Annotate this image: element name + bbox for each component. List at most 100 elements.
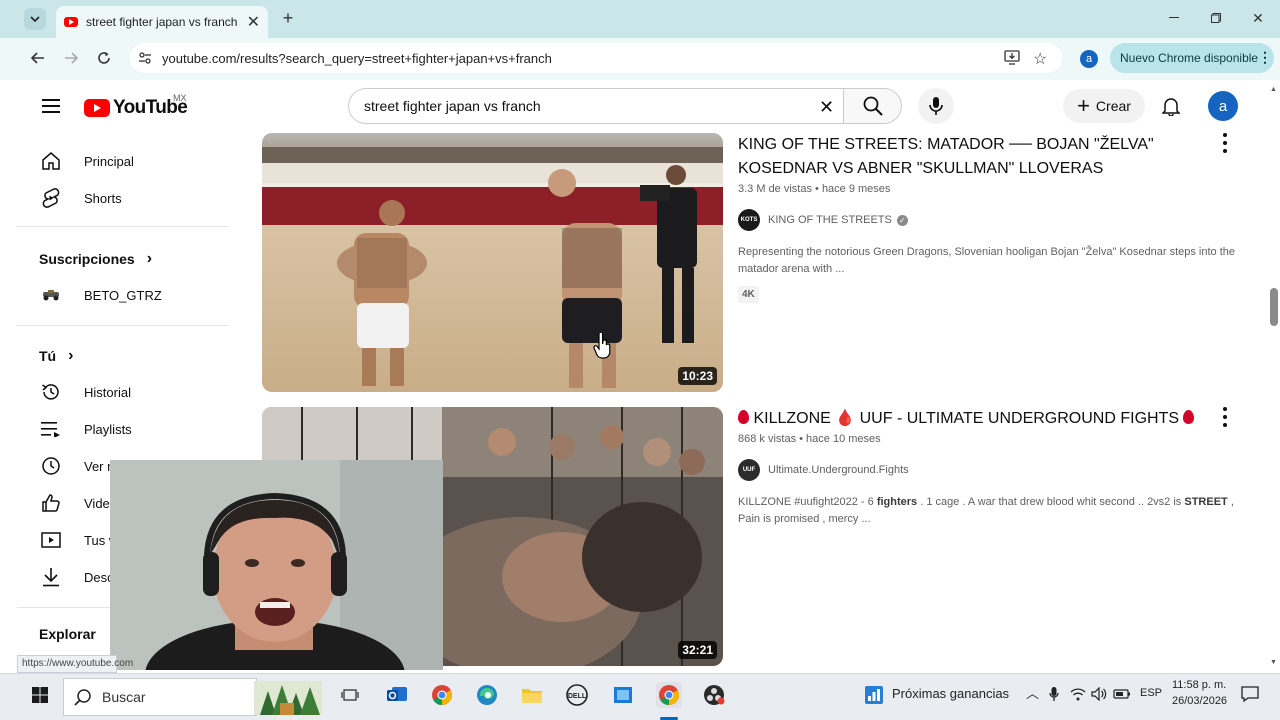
sidebar-subscriptions-heading[interactable]: Suscripciones › [39,250,152,268]
more-actions-icon[interactable] [1220,133,1230,153]
show-hidden-icons-icon[interactable]: ︿ [1026,683,1039,702]
input-language[interactable]: ESP [1140,687,1162,699]
chevron-right-icon: › [68,347,74,364]
scroll-down-icon[interactable]: ▼ [1270,659,1277,666]
sidebar-item-label: BETO_GTRZ [84,287,162,303]
channel-name: Ultimate.Underground.Fights [768,464,909,476]
reload-icon[interactable] [94,48,114,68]
edge-icon[interactable] [474,682,500,708]
minimize-icon[interactable] [1166,8,1182,28]
sidebar-item-home[interactable]: Principal [17,143,232,179]
chrome-update-button[interactable]: Nuevo Chrome disponible ⋮ [1110,43,1274,73]
description-text: KILLZONE #uufight2022 - 6 [738,496,877,508]
taskbar-search-input[interactable]: Buscar [63,678,322,716]
video-title[interactable]: KILLZONE 🩸 UUF - ULTIMATE UNDERGROUND FI… [738,407,1208,431]
youtube-play-icon [84,99,110,117]
sidebar-item-label: Playlists [84,421,132,437]
chrome-update-label: Nuevo Chrome disponible [1120,51,1259,65]
home-icon [39,149,63,173]
verified-check-icon: ✓ [896,214,908,226]
clear-search-icon[interactable]: ✕ [819,97,834,118]
video-description: Representing the notorious Green Dragons… [738,246,1236,275]
sidebar-you-heading[interactable]: Tú › [39,347,73,365]
download-icon [39,565,63,589]
chevron-right-icon: › [146,250,153,267]
chrome-profile-avatar[interactable]: a [1080,50,1098,68]
file-explorer-icon[interactable] [519,682,545,708]
sidebar-divider [17,325,229,326]
widget-text[interactable]: Próximas ganancias [892,686,1009,701]
browser-tab[interactable]: street fighter japan vs franch - YouTube… [56,6,268,38]
dell-icon[interactable]: DELL [564,682,590,708]
video-thumbnail[interactable]: 10:23 [262,133,723,392]
channel-avatar-icon [39,283,63,307]
site-settings-icon[interactable] [138,51,152,68]
sidebar-item-label: Shorts [84,190,122,206]
volume-icon[interactable] [1089,684,1109,704]
forward-icon[interactable] [61,48,81,68]
chrome-active-icon[interactable] [656,682,682,708]
close-tab-icon[interactable]: ✕ [247,12,260,32]
scroll-up-icon[interactable]: ▲ [1270,86,1277,93]
install-app-icon[interactable] [1004,50,1020,68]
history-icon [39,380,63,404]
voice-search-button[interactable] [918,88,954,124]
page-scrollbar[interactable]: ▲ ▼ [1267,80,1280,673]
video-duration: 32:21 [678,641,717,659]
wifi-icon[interactable] [1068,684,1088,704]
chrome-icon[interactable] [429,682,455,708]
search-input[interactable]: street fighter japan vs franch ✕ [348,88,844,124]
sidebar-divider [17,226,229,227]
sidebar-item-playlists[interactable]: Playlists [17,411,232,447]
notification-center-icon[interactable] [1239,684,1261,704]
hamburger-menu-icon[interactable] [39,94,63,118]
back-icon[interactable] [28,48,48,68]
video-title[interactable]: KING OF THE STREETS: MATADOR ── BOJAN "Ž… [738,133,1198,181]
store-app-icon[interactable] [610,682,636,708]
scrollbar-thumb[interactable] [1270,288,1278,326]
quality-badge: 4K [738,286,759,303]
video-description: KILLZONE #uufight2022 - 6 fighters . 1 c… [738,494,1238,528]
task-view-icon[interactable] [337,682,363,708]
sidebar-item-history[interactable]: Historial [17,374,232,410]
stocks-widget-icon[interactable] [861,682,887,708]
close-window-icon[interactable]: ✕ [1250,8,1266,28]
chrome-menu-icon[interactable]: ⋮ [1258,49,1272,66]
sidebar-explore-heading: Explorar [39,626,96,642]
sidebar-item-shorts[interactable]: Shorts [17,180,232,216]
obs-recorder-icon[interactable] [701,682,727,708]
youtube-logo[interactable]: YouTube [84,97,188,119]
blood-drop-icon [1183,410,1195,424]
outlook-icon[interactable] [384,682,410,708]
search-button[interactable] [844,88,902,124]
windows-start-icon[interactable] [27,682,53,708]
sidebar-item-subscription-channel[interactable]: BETO_GTRZ [17,277,232,313]
tab-search-icon[interactable] [24,8,46,30]
bookmark-star-icon[interactable]: ☆ [1033,49,1047,69]
account-avatar[interactable]: a [1208,91,1238,121]
search-highlight-icon [254,681,322,718]
tab-title: street fighter japan vs franch - YouTube [86,15,241,29]
battery-icon[interactable] [1112,684,1132,704]
clock-date[interactable]: 26/03/2026 [1172,695,1227,707]
play-square-icon [39,528,63,552]
create-button[interactable]: + Crear [1063,89,1145,123]
more-actions-icon[interactable] [1220,407,1230,427]
channel-link[interactable]: KOTS KING OF THE STREETS ✓ [738,209,908,231]
blood-drop-icon [738,410,749,424]
clock-time[interactable]: 11:58 p. m. [1172,679,1226,691]
new-tab-icon[interactable]: + [278,8,298,28]
youtube-favicon-icon [64,17,78,27]
youtube-header: YouTube MX street fighter japan vs franc… [17,80,1267,132]
sidebar-item-label: Principal [84,153,134,169]
description-highlight: STREET [1184,496,1228,508]
browser-tab-strip: street fighter japan vs franch - YouTube… [0,0,1280,38]
search-query: street fighter japan vs franch [364,98,541,114]
thumbnail-image [262,133,723,392]
address-bar[interactable]: youtube.com/results?search_query=street+… [130,43,1062,73]
microphone-in-use-icon[interactable] [1045,684,1063,704]
url-text: youtube.com/results?search_query=street+… [162,50,552,66]
restore-icon[interactable] [1208,8,1224,28]
notifications-bell-icon[interactable] [1159,94,1183,118]
channel-link[interactable]: UUF Ultimate.Underground.Fights [738,459,909,481]
